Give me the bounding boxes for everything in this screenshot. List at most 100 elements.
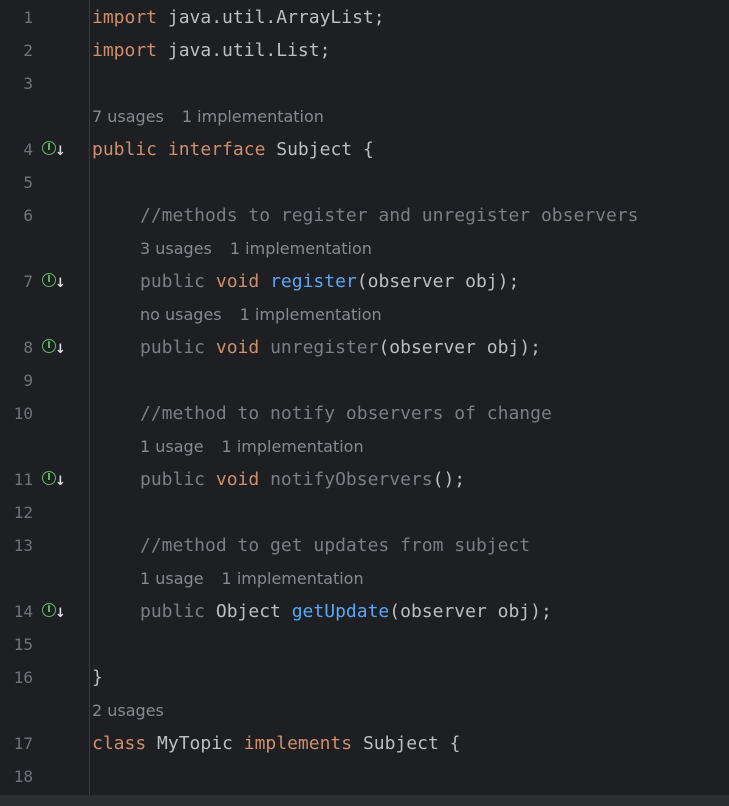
- line-number[interactable]: 2: [0, 34, 33, 67]
- line-number[interactable]: 9: [0, 364, 33, 397]
- inlay-hint-row[interactable]: 1 usage 1 implementation: [0, 430, 729, 463]
- implementations-link[interactable]: 1 implementation: [240, 305, 382, 324]
- code-token: void: [215, 271, 260, 292]
- line-number[interactable]: 11: [0, 463, 33, 496]
- line-number[interactable]: 14: [0, 595, 33, 628]
- usages-link[interactable]: 1 usage: [140, 437, 204, 456]
- code-token: import: [92, 7, 158, 28]
- code-line[interactable]: 10 //method to notify observers of change: [0, 397, 729, 430]
- horizontal-scrollbar[interactable]: [0, 795, 729, 806]
- usages-link[interactable]: 3 usages: [140, 239, 212, 258]
- usage-hint[interactable]: 2 usages: [92, 694, 164, 727]
- usages-link[interactable]: no usages: [140, 305, 222, 324]
- implemented-icon[interactable]: I ↓: [42, 141, 68, 161]
- implemented-icon[interactable]: I ↓: [42, 339, 68, 359]
- line-number[interactable]: 1: [0, 1, 33, 34]
- code-text[interactable]: public interface Subject {: [92, 133, 374, 166]
- code-line[interactable]: 1 import java.util.ArrayList;: [0, 1, 729, 34]
- interface-badge-icon: I: [42, 141, 56, 155]
- code-token: import: [92, 40, 158, 61]
- line-number[interactable]: 4: [0, 133, 33, 166]
- code-token: unregister: [270, 337, 379, 358]
- line-number[interactable]: 10: [0, 397, 33, 430]
- code-text[interactable]: public Object getUpdate(observer obj);: [140, 595, 552, 628]
- code-text[interactable]: public void notifyObservers();: [140, 463, 465, 496]
- code-token: public: [140, 271, 216, 292]
- code-token: notifyObservers: [270, 469, 433, 490]
- usage-hint[interactable]: 3 usages 1 implementation: [140, 232, 372, 265]
- code-line[interactable]: 3: [0, 67, 729, 100]
- code-line[interactable]: 18: [0, 760, 729, 793]
- code-token: public: [92, 139, 158, 160]
- usage-hint[interactable]: 7 usages 1 implementation: [92, 100, 324, 133]
- code-line[interactable]: 9: [0, 364, 729, 397]
- usage-hint[interactable]: no usages 1 implementation: [140, 298, 382, 331]
- code-text[interactable]: public void unregister(observer obj);: [140, 331, 541, 364]
- usages-link[interactable]: 2 usages: [92, 701, 164, 720]
- code-line[interactable]: 2 import java.util.List;: [0, 34, 729, 67]
- line-number[interactable]: 18: [0, 760, 33, 793]
- code-line[interactable]: 6 //methods to register and unregister ob…: [0, 199, 729, 232]
- implementations-link[interactable]: 1 implementation: [182, 107, 324, 126]
- code-line[interactable]: 14 I ↓ public Object getUpdate(observer obj…: [0, 595, 729, 628]
- code-line[interactable]: 8 I ↓ public void unregister(observer obj);: [0, 331, 729, 364]
- usage-hint[interactable]: 1 usage 1 implementation: [140, 430, 364, 463]
- inlay-hint-row[interactable]: 3 usages 1 implementation: [0, 232, 729, 265]
- line-number[interactable]: 17: [0, 727, 33, 760]
- code-text[interactable]: //method to get updates from subject: [140, 529, 530, 562]
- code-line[interactable]: 11 I ↓ public void notifyObservers();: [0, 463, 729, 496]
- line-number[interactable]: 3: [0, 67, 33, 100]
- code-text[interactable]: import java.util.List;: [92, 34, 330, 67]
- line-number[interactable]: 6: [0, 199, 33, 232]
- code-line[interactable]: 7 I ↓ public void register(observer obj);: [0, 265, 729, 298]
- line-number[interactable]: 16: [0, 661, 33, 694]
- code-text[interactable]: public void register(observer obj);: [140, 265, 519, 298]
- code-token: public: [140, 469, 216, 490]
- inlay-hint-row[interactable]: 2 usages: [0, 694, 729, 727]
- code-token: //method to get updates from subject: [140, 535, 531, 556]
- line-number[interactable]: 8: [0, 331, 33, 364]
- implementations-link[interactable]: 1 implementation: [230, 239, 372, 258]
- code-text[interactable]: class MyTopic implements Subject {: [92, 727, 460, 760]
- code-text[interactable]: import java.util.ArrayList;: [92, 1, 385, 34]
- implemented-icon[interactable]: I ↓: [42, 603, 68, 623]
- code-token: void: [215, 469, 260, 490]
- code-text[interactable]: //method to notify observers of change: [140, 397, 552, 430]
- code-line[interactable]: 16}: [0, 661, 729, 694]
- inlay-hint-row[interactable]: 7 usages 1 implementation: [0, 100, 729, 133]
- interface-badge-icon: I: [42, 603, 56, 617]
- code-line[interactable]: 15: [0, 628, 729, 661]
- arrow-down-icon: ↓: [55, 474, 66, 489]
- interface-badge-icon: I: [42, 339, 56, 353]
- inlay-hint-row[interactable]: 1 usage 1 implementation: [0, 562, 729, 595]
- usages-link[interactable]: 7 usages: [92, 107, 164, 126]
- code-text[interactable]: //methods to register and unregister obs…: [140, 199, 639, 232]
- code-line[interactable]: 13 //method to get updates from subject: [0, 529, 729, 562]
- line-number[interactable]: 5: [0, 166, 33, 199]
- inlay-hint-row[interactable]: no usages 1 implementation: [0, 298, 729, 331]
- code-token: ();: [432, 469, 466, 490]
- line-number[interactable]: 15: [0, 628, 33, 661]
- implementations-link[interactable]: 1 implementation: [222, 569, 364, 588]
- usage-hint[interactable]: 1 usage 1 implementation: [140, 562, 364, 595]
- code-line[interactable]: 17 class MyTopic implements Subject {: [0, 727, 729, 760]
- line-number[interactable]: 13: [0, 529, 33, 562]
- arrow-down-icon: ↓: [55, 144, 66, 159]
- line-number[interactable]: 7: [0, 265, 33, 298]
- implementations-link[interactable]: 1 implementation: [222, 437, 364, 456]
- code-text[interactable]: }: [92, 661, 103, 694]
- implemented-icon[interactable]: I ↓: [42, 471, 68, 491]
- code-line[interactable]: 4 I ↓ public interface Subject {: [0, 133, 729, 166]
- code-token: (observer obj);: [356, 271, 520, 292]
- code-line[interactable]: 12: [0, 496, 729, 529]
- usages-link[interactable]: 1 usage: [140, 569, 204, 588]
- arrow-down-icon: ↓: [55, 342, 66, 357]
- implemented-icon[interactable]: I ↓: [42, 273, 68, 293]
- code-line[interactable]: 5: [0, 166, 729, 199]
- code-token: Subject {: [352, 733, 461, 754]
- line-number[interactable]: 12: [0, 496, 33, 529]
- code-token: //method to notify observers of change: [140, 403, 552, 424]
- code-token: public: [140, 601, 216, 622]
- code-editor[interactable]: 1 import java.util.ArrayList; 2 import java…: [0, 0, 729, 806]
